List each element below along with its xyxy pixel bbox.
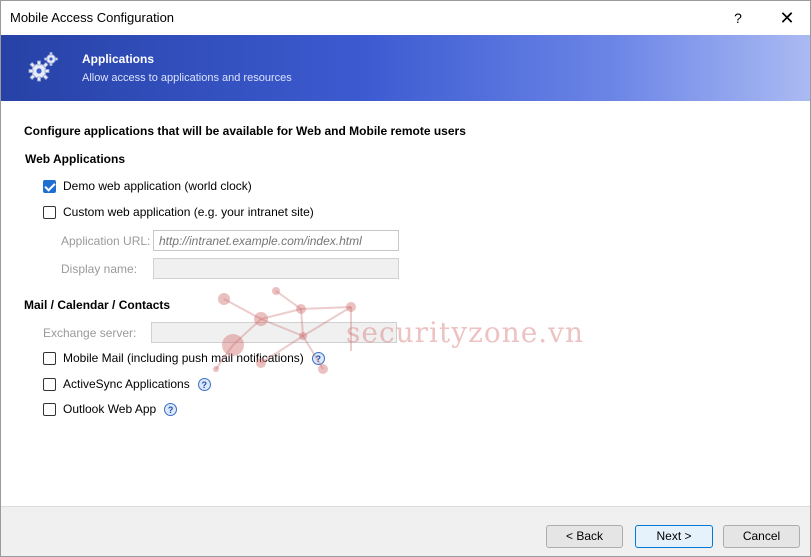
exchange-server-label: Exchange server: [43,326,137,340]
custom-app-checkbox[interactable] [43,205,56,219]
title-bar: Mobile Access Configuration ? ✕ [1,1,810,35]
window-title: Mobile Access Configuration [10,10,175,25]
mobile-mail-checkbox[interactable] [43,351,56,365]
owa-checkbox-row[interactable]: Outlook Web App ? [43,400,178,418]
help-icon[interactable]: ? [197,377,211,391]
banner-subtitle: Allow access to applications and resourc… [82,72,292,84]
cancel-button[interactable]: Cancel [723,525,800,548]
next-button[interactable]: Next > [635,525,713,548]
help-icon[interactable]: ? [311,351,325,365]
application-url-input[interactable] [153,230,399,251]
mail-section-label: Mail / Calendar / Contacts [24,298,171,312]
page-heading: Configure applications that will be avai… [24,124,466,138]
activesync-label: ActiveSync Applications [63,377,190,391]
gears-icon [28,52,58,82]
activesync-checkbox[interactable] [43,377,56,391]
activesync-checkbox-row[interactable]: ActiveSync Applications ? [43,375,211,393]
demo-app-checkbox-row[interactable]: Demo web application (world clock) [43,177,252,195]
owa-label: Outlook Web App [63,402,157,416]
back-button[interactable]: < Back [546,525,623,548]
application-url-label: Application URL: [61,234,151,248]
content-area: Configure applications that will be avai… [1,101,810,506]
demo-app-label: Demo web application (world clock) [63,179,252,193]
mobile-mail-label: Mobile Mail (including push mail notific… [63,351,304,365]
display-name-label: Display name: [61,262,138,276]
dialog-window: Mobile Access Configuration ? ✕ Applicat… [0,0,811,557]
close-button[interactable]: ✕ [769,4,805,32]
footer-bar: < Back Next > Cancel [1,507,810,556]
help-button[interactable]: ? [723,4,753,32]
owa-checkbox[interactable] [43,402,56,416]
mobile-mail-checkbox-row[interactable]: Mobile Mail (including push mail notific… [43,349,325,367]
custom-app-label: Custom web application (e.g. your intran… [63,205,314,219]
web-applications-section-label: Web Applications [25,152,126,166]
watermark-text: securityzone.vn [346,316,585,349]
help-icon[interactable]: ? [164,402,178,416]
banner-title: Applications [82,52,155,66]
custom-app-checkbox-row[interactable]: Custom web application (e.g. your intran… [43,203,314,221]
display-name-input[interactable] [153,258,399,279]
demo-app-checkbox[interactable] [43,179,56,193]
header-banner: Applications Allow access to application… [1,35,810,101]
